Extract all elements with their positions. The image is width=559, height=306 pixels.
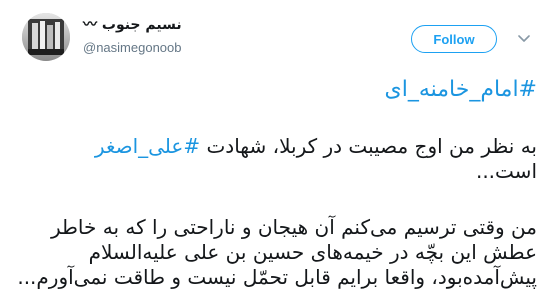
more-options-button[interactable]: [515, 30, 533, 48]
hashtag-link-ali-asghar[interactable]: #علی_اصغر: [95, 134, 200, 158]
tweet-line: به نظر من اوج مصیبت در کربلا، شهادت #علی…: [22, 134, 537, 159]
tweet-paragraph-2: من وقتی ترسیم می‌کنم آن هیجان و ناراحتی …: [17, 215, 537, 290]
follow-button[interactable]: Follow: [411, 25, 497, 53]
tweet-line: من وقتی ترسیم می‌کنم آن هیجان و ناراحتی …: [50, 215, 537, 239]
tweet-line-text: به نظر من اوج مصیبت در کربلا، شهادت: [200, 134, 537, 158]
tweet-card: نسیم جنوب 〰 @nasimegonoob Follow #امام_خ…: [0, 0, 559, 306]
tweet-line: عطش این بچّه در خیمه‌های حسین بن علی علی…: [88, 240, 537, 264]
tweet-line: است...: [475, 159, 537, 183]
display-name[interactable]: نسیم جنوب 〰: [83, 16, 243, 34]
user-info: نسیم جنوب 〰 @nasimegonoob: [83, 16, 243, 56]
tweet-line: پیش‌آمده‌بود، واقعا برایم قابل تحمّل نیس…: [17, 265, 537, 289]
user-handle[interactable]: @nasimegonoob: [83, 40, 243, 56]
profile-photo-icon: [22, 13, 70, 61]
avatar[interactable]: [22, 13, 70, 61]
tweet-paragraph-1: به نظر من اوج مصیبت در کربلا، شهادت #علی…: [22, 134, 537, 184]
hashtag-link[interactable]: #امام_خامنه_ای: [384, 74, 537, 106]
chevron-down-icon: [518, 35, 530, 42]
